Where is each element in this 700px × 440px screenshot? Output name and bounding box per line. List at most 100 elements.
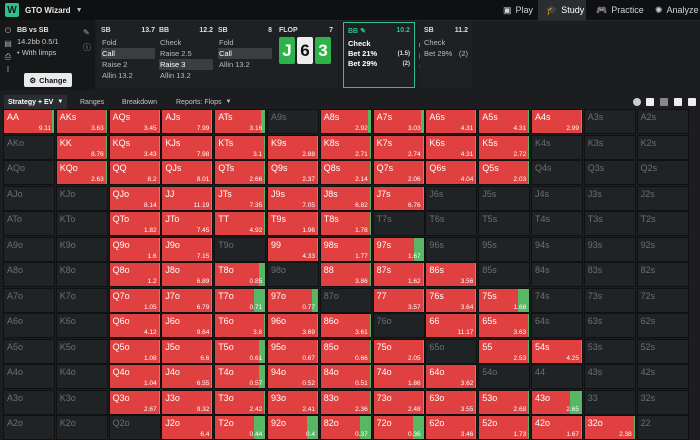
hand-cell[interactable]: 93o 2.41 [267,389,319,415]
hand-cell[interactable]: 94o 0.52 [267,364,319,389]
current-action[interactable]: Check [344,39,414,49]
hand-cell[interactable]: Q6s 4.04 [425,160,478,185]
tab-reports-flops[interactable]: Reports: Flops ▼ [176,95,231,109]
hand-cell[interactable]: 73s [583,287,636,313]
hand-cell[interactable]: 54s 4.25 [531,338,583,364]
hand-cell[interactable]: 87o [319,287,372,313]
hand-cell[interactable]: A9o [3,236,55,262]
hand-cell[interactable]: 64s [531,313,583,338]
hand-cell[interactable]: 96o 3.69 [267,313,319,338]
hand-cell[interactable]: K3o [55,389,108,415]
hand-cell[interactable]: T5o 0.61 [214,338,267,364]
step-action[interactable]: Allin 13.2 [159,70,213,81]
step-sb-1[interactable]: SB 13.7 Fold Call Raise 2 Allin 13.2 [97,22,159,88]
hand-cell[interactable]: K7o [55,287,108,313]
hand-cell[interactable]: A3o [3,389,55,415]
chevron-down-icon[interactable]: ▼ [76,7,83,14]
hand-cell[interactable]: KQs 3.43 [108,134,161,160]
hand-cell[interactable]: 53o 2.68 [478,389,531,415]
view-grid-icon[interactable] [674,98,682,106]
current-decision-panel[interactable]: BB ✎ 10.2 Check Bet 21% (1.5) Bet 29% (2) [343,22,415,88]
hand-cell[interactable]: K9o [55,236,108,262]
hand-cell[interactable]: 66 11.17 [425,313,478,338]
hand-cell[interactable]: 54o [478,364,531,389]
hand-cell[interactable]: Q9o 1.6 [108,236,161,262]
hand-cell[interactable]: 65s 3.63 [478,313,531,338]
hand-cell[interactable]: 44 [531,364,583,389]
hand-cell[interactable]: JJ 11.19 [161,185,214,211]
hand-cell[interactable]: 85s [478,262,531,287]
step-action[interactable]: Fold [101,37,155,48]
hand-cell[interactable]: A2s [636,109,689,134]
save-icon[interactable]: ▤ [3,39,13,52]
hand-cell[interactable]: J5s [478,185,531,211]
nav-analyze[interactable]: ✺ Analyze [655,0,700,20]
hand-cell[interactable]: T4s [531,211,583,236]
hand-cell[interactable]: J2o 6.4 [161,415,214,440]
hand-cell[interactable]: A7o [3,287,55,313]
step-action[interactable]: Fold [218,37,272,48]
hand-cell[interactable]: 62o 3.46 [425,415,478,440]
hand-cell[interactable]: 86o 3.61 [319,313,372,338]
board-card[interactable]: 3 [315,37,331,64]
hand-cell[interactable]: JTo 7.45 [161,211,214,236]
hand-cell[interactable]: K8o [55,262,108,287]
hand-cell[interactable]: ATs 3.16 [214,109,267,134]
hand-cell[interactable]: Q4o 1.04 [108,364,161,389]
hand-cell[interactable]: A8s 2.92 [319,109,372,134]
hand-cell[interactable]: 76s 3.64 [425,287,478,313]
hand-cell[interactable]: J9s 7.05 [267,185,319,211]
hand-cell[interactable]: J5o 6.6 [161,338,214,364]
hand-cell[interactable]: T5s [478,211,531,236]
hand-cell[interactable]: 96s [425,236,478,262]
hand-cell[interactable]: 52o 1.73 [478,415,531,440]
hand-cell[interactable]: QQ 8.2 [108,160,161,185]
hand-cell[interactable]: J7s 6.76 [372,185,425,211]
hand-cell[interactable]: QTs 2.66 [214,160,267,185]
hand-cell[interactable]: QJs 8.01 [161,160,214,185]
hand-cell[interactable]: Q4s [531,160,583,185]
hand-cell[interactable]: Q3o 2.67 [108,389,161,415]
hand-cell[interactable]: 93s [583,236,636,262]
hand-cell[interactable]: 82s [636,262,689,287]
hand-cell[interactable]: A8o [3,262,55,287]
hand-cell[interactable]: 32s [636,389,689,415]
hand-cell[interactable]: A6s 4.31 [425,109,478,134]
hand-cell[interactable]: 52s [636,338,689,364]
hand-cell[interactable]: KQo 2.63 [55,160,108,185]
hand-cell[interactable]: T4o 0.57 [214,364,267,389]
hand-cell[interactable]: K5o [55,338,108,364]
hand-cell[interactable]: 33 [583,389,636,415]
view-list-icon[interactable] [688,98,696,106]
hand-cell[interactable]: T7o 0.71 [214,287,267,313]
view-split-icon[interactable] [660,98,668,106]
hand-cell[interactable]: A7s 3.03 [372,109,425,134]
hand-cell[interactable]: T3s [583,211,636,236]
hand-cell[interactable]: 63o 3.55 [425,389,478,415]
hand-cell[interactable]: J6o 9.64 [161,313,214,338]
hand-cell[interactable]: A2o [3,415,55,440]
step-action[interactable]: Allin 13.2 [218,59,272,70]
hand-cell[interactable]: Q8s 2.14 [319,160,372,185]
step-action-selected[interactable]: Call [101,48,155,59]
hand-cell[interactable]: J8s 6.82 [319,185,372,211]
hand-cell[interactable]: A5s 4.31 [478,109,531,134]
flop-panel[interactable]: FLOP 7 J 6 3 [275,22,337,88]
step-action[interactable]: Raise 2 [101,59,155,70]
step-action-selected[interactable]: Call [218,48,272,59]
palette-icon[interactable] [633,98,641,106]
hand-cell[interactable]: 82o 0.37 [319,415,372,440]
hand-cell[interactable]: KTs 3.1 [214,134,267,160]
hand-cell[interactable]: 74s [531,287,583,313]
hand-cell[interactable]: QJo 8.14 [108,185,161,211]
current-action[interactable]: Bet 21% (1.5) [344,49,414,59]
hand-cell[interactable]: Q8o 1.2 [108,262,161,287]
hand-cell[interactable]: AA 9.11 [3,109,55,134]
hand-cell[interactable]: K5s 2.72 [478,134,531,160]
hand-cell[interactable]: K3s [583,134,636,160]
hand-cell[interactable]: K2o [55,415,108,440]
step-action-selected[interactable]: Raise 3 [159,59,213,70]
nav-practice[interactable]: 🎮 Practice [596,0,648,20]
step-action[interactable]: Check [159,37,213,48]
hand-cell[interactable]: 76o [372,313,425,338]
